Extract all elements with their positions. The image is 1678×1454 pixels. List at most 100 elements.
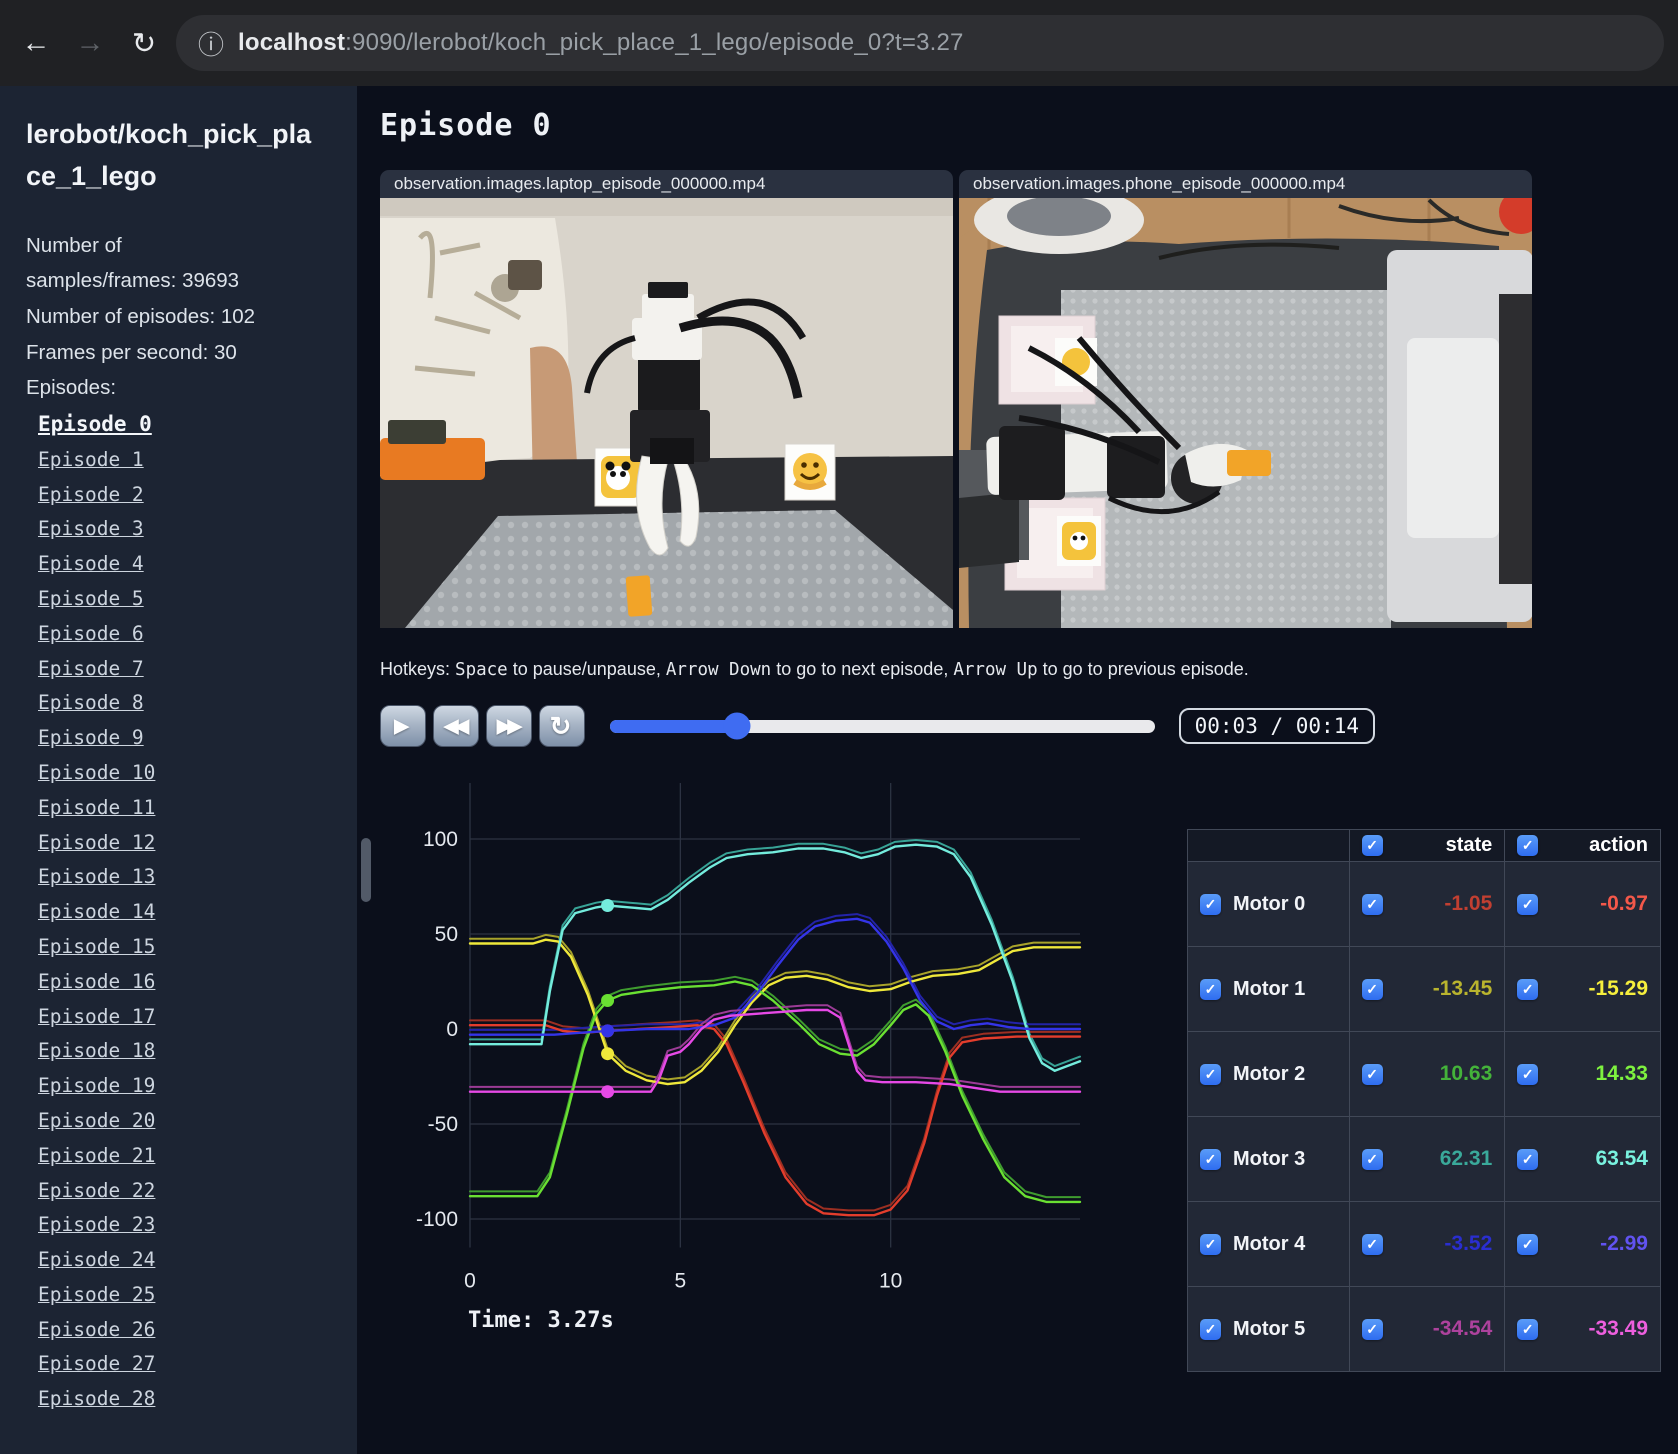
episode-link[interactable]: Episode 1 [38,448,144,471]
back-icon[interactable]: ← [14,21,58,65]
fast-forward-button[interactable]: ▶▶ [486,705,532,747]
episode-list-item: Episode 15 [26,931,331,966]
checkbox[interactable] [1517,978,1539,1000]
episode-link[interactable]: Episode 10 [38,761,155,784]
seek-slider-fill [610,719,738,733]
episode-link[interactable]: Episode 5 [38,587,144,610]
address-bar[interactable]: ⓘ localhost:9090/lerobot/koch_pick_place… [176,15,1664,71]
episode-link[interactable]: Episode 28 [38,1387,155,1410]
video-card-phone: observation.images.phone_episode_000000.… [959,170,1532,628]
episode-link[interactable]: Episode 7 [38,657,144,680]
episode-link[interactable]: Episode 15 [38,935,155,958]
chart-canvas: 100 50 0 -50 -100 0 5 10 [416,783,1082,1293]
episode-link[interactable]: Episode 12 [38,831,155,854]
episode-list-item: Episode 25 [26,1279,331,1314]
seek-slider-thumb[interactable] [723,712,751,740]
checkbox[interactable] [1361,835,1383,856]
episode-link[interactable]: Episode 24 [38,1248,155,1271]
video-frame-laptop[interactable] [380,198,953,628]
episode-link[interactable]: Episode 8 [38,691,144,714]
motor-label-cell: Motor 1 [1187,946,1350,1032]
laptop-camera-scene [380,198,953,628]
episode-list-item: Episode 28 [26,1383,331,1418]
motor-state-value: 62.31 [1439,1147,1493,1170]
episode-link[interactable]: Episode 27 [38,1352,155,1375]
checkbox[interactable] [1200,978,1221,1000]
chart-time-label: Time: 3.27s [468,1308,614,1333]
hotkey-key: Arrow Down [665,660,772,680]
episode-link[interactable]: Episode 13 [38,865,155,888]
episode-link[interactable]: Episode 25 [38,1283,155,1306]
motor-state-cell: 62.31 [1348,1116,1506,1202]
episode-link[interactable]: Episode 17 [38,1005,155,1028]
checkbox[interactable] [1200,1318,1221,1340]
video-row: observation.images.laptop_episode_000000… [380,170,1678,628]
episode-list-item: Episode 21 [26,1140,331,1175]
seek-slider[interactable] [610,712,1155,740]
episode-link[interactable]: Episode 2 [38,483,144,506]
checkbox[interactable] [1361,1233,1383,1255]
episodes-label: Episodes: [26,376,117,400]
checkbox[interactable] [1200,1148,1221,1170]
episode-link[interactable]: Episode 23 [38,1213,155,1236]
episode-link[interactable]: Episode 21 [38,1144,155,1167]
checkbox[interactable] [1361,893,1383,915]
video-frame-phone[interactable] [959,198,1532,628]
episode-link[interactable]: Episode 22 [38,1179,155,1202]
stat-line: Frames per second: 30 [26,340,237,364]
motor-action-value: -15.29 [1588,977,1648,1000]
episode-list-item: Episode 9 [26,722,331,757]
episode-link[interactable]: Episode 19 [38,1074,155,1097]
episode-link[interactable]: Episode 11 [38,796,155,819]
episode-link[interactable]: Episode 14 [38,900,155,923]
checkbox[interactable] [1517,893,1539,915]
episode-link[interactable]: Episode 16 [38,970,155,993]
episode-link[interactable]: Episode 0 [38,412,152,436]
checkbox[interactable] [1200,1233,1221,1255]
video-card-laptop: observation.images.laptop_episode_000000… [380,170,953,628]
checkbox[interactable] [1517,835,1539,856]
rewind-button[interactable]: ◀◀ [433,705,479,747]
motor-row: Motor 4 -3.52 -2.99 [1187,1201,1661,1287]
episode-list-item: Episode 26 [26,1314,331,1349]
checkbox[interactable] [1517,1233,1539,1255]
checkbox[interactable] [1361,1148,1383,1170]
episode-list-item: Episode 20 [26,1105,331,1140]
hotkey-key: Arrow Up [953,660,1038,680]
motor-action-cell: -33.49 [1504,1286,1661,1372]
play-button[interactable]: ▶ [380,705,426,747]
checkbox[interactable] [1517,1148,1539,1170]
state-column-label: state [1445,834,1493,856]
episode-link[interactable]: Episode 4 [38,552,144,575]
checkbox[interactable] [1517,1318,1539,1340]
checkbox[interactable] [1361,1063,1383,1085]
motor-state-value: -34.54 [1432,1317,1493,1340]
episode-list-item: Episode 18 [26,1035,331,1070]
forward-icon[interactable]: → [68,21,112,65]
axis-tick-label: -100 [416,1208,458,1231]
motor-chart: 100 50 0 -50 -100 0 5 10 Time: 3.27s [380,771,1092,1333]
episode-link[interactable]: Episode 3 [38,517,144,540]
episode-link[interactable]: Episode 20 [38,1109,155,1132]
checkbox[interactable] [1200,1063,1221,1085]
axis-tick-label: 0 [464,1270,476,1293]
episode-link[interactable]: Episode 9 [38,726,144,749]
loop-button[interactable]: ↻ [539,705,585,747]
checkbox[interactable] [1200,893,1221,915]
checkbox[interactable] [1361,978,1383,1000]
hotkey-text: to pause/unpause, [507,659,666,679]
episode-link[interactable]: Episode 6 [38,622,144,645]
time-display: 00:03 / 00:14 [1178,708,1375,744]
episode-link[interactable]: Episode 26 [38,1318,155,1341]
page-title: Episode 0 [380,108,552,143]
current-time-dot [601,994,615,1007]
site-info-icon[interactable]: ⓘ [198,25,224,62]
phone-camera-scene [959,198,1532,628]
motor-label-cell: Motor 3 [1187,1116,1350,1202]
reload-icon[interactable]: ↻ [122,21,166,65]
checkbox[interactable] [1361,1318,1383,1340]
episode-link[interactable]: Episode 18 [38,1039,155,1062]
motor-label: Motor 3 [1233,1147,1306,1170]
checkbox[interactable] [1517,1063,1539,1085]
panel-resize-handle[interactable] [361,838,371,902]
